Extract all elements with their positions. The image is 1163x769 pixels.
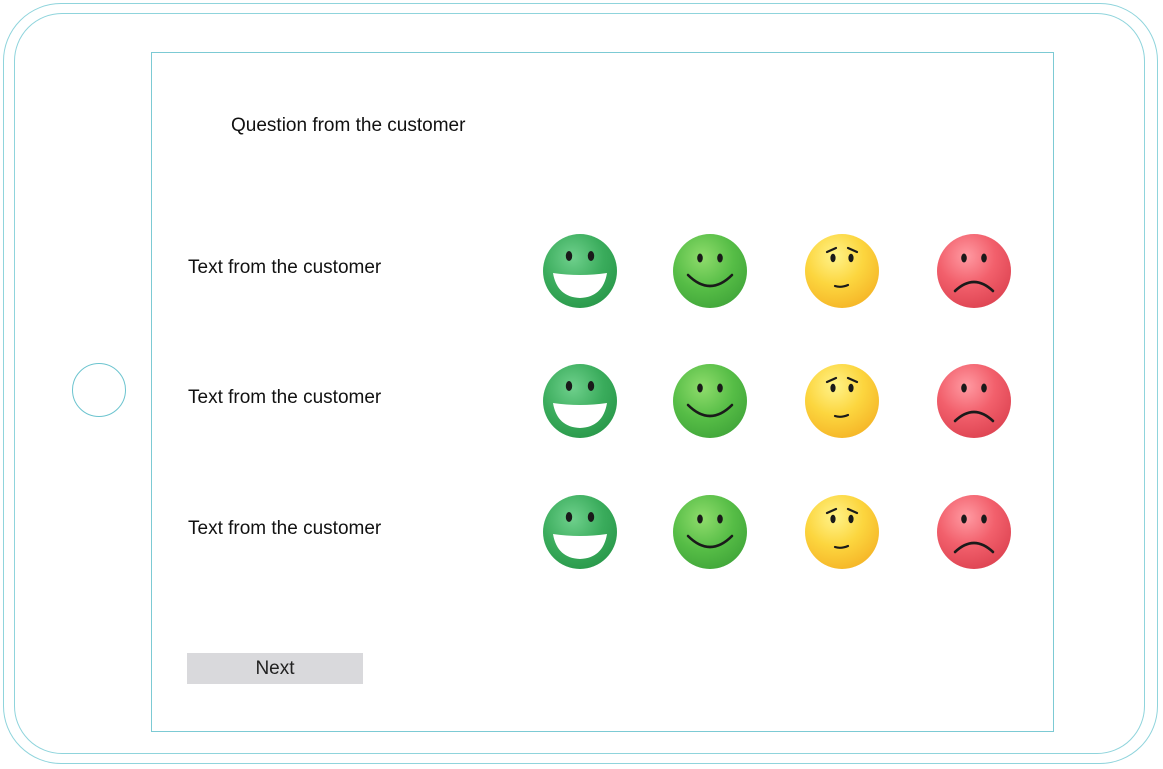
big-smile-face-icon[interactable] <box>540 492 620 572</box>
row-text: Text from the customer <box>188 257 382 278</box>
worried-face-icon[interactable] <box>802 361 882 441</box>
smile-face-icon[interactable] <box>670 361 750 441</box>
next-button[interactable]: Next <box>187 653 363 684</box>
rating-row: Text from the customer <box>188 231 1028 311</box>
worried-face-icon[interactable] <box>802 231 882 311</box>
row-text: Text from the customer <box>188 387 382 408</box>
worried-face-icon[interactable] <box>802 492 882 572</box>
sad-face-icon[interactable] <box>934 492 1014 572</box>
smile-face-icon[interactable] <box>670 231 750 311</box>
sad-face-icon[interactable] <box>934 361 1014 441</box>
big-smile-face-icon[interactable] <box>540 231 620 311</box>
row-text: Text from the customer <box>188 518 382 539</box>
sad-face-icon[interactable] <box>934 231 1014 311</box>
smile-face-icon[interactable] <box>670 492 750 572</box>
rating-row: Text from the customer <box>188 361 1028 441</box>
big-smile-face-icon[interactable] <box>540 361 620 441</box>
home-button[interactable] <box>72 363 126 417</box>
rating-row: Text from the customer <box>188 492 1028 572</box>
question-title: Question from the customer <box>231 115 466 136</box>
